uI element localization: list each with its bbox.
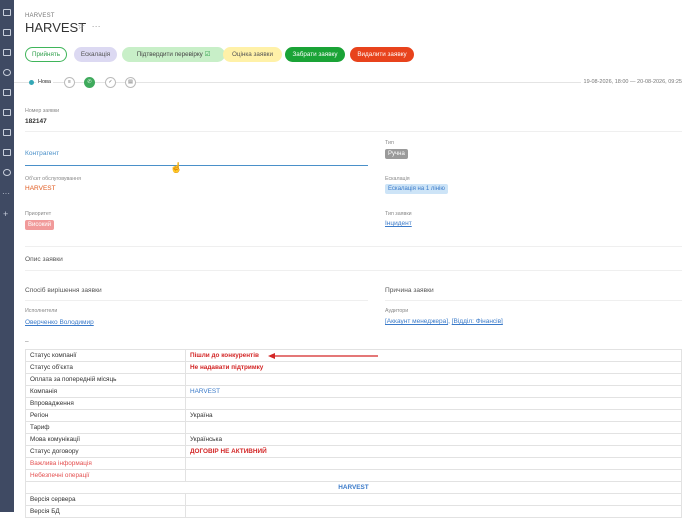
document-icon[interactable] [3,49,11,56]
more-icon[interactable]: ··· [2,189,10,198]
file-icon[interactable] [3,149,11,156]
list-icon[interactable] [3,129,11,136]
home-icon[interactable] [3,9,11,16]
left-sidebar: ··· + [0,0,14,512]
annotation-arrow [268,353,378,359]
building-icon[interactable] [3,29,11,36]
chart-icon[interactable] [3,109,11,116]
settings-icon[interactable] [3,169,11,176]
calendar-icon[interactable] [3,89,11,96]
users-icon[interactable] [3,69,11,76]
add-icon[interactable]: + [3,209,8,219]
main-content: HARVEST HARVEST ☆ ··· Прийнять Ескалація… [14,0,682,518]
